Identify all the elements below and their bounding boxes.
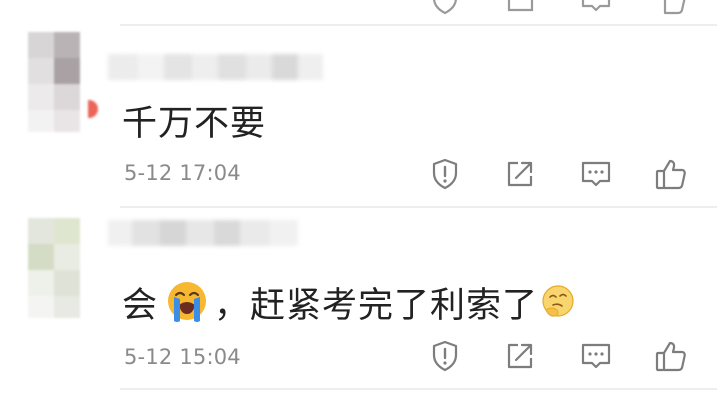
comment-divider bbox=[120, 388, 717, 390]
loudly-crying-face-emoji bbox=[164, 279, 210, 325]
reply-button[interactable] bbox=[579, 157, 613, 191]
share-button[interactable] bbox=[503, 157, 537, 191]
comment-timestamp-partial bbox=[124, 0, 131, 10]
comment-timestamp: 5-12 17:04 bbox=[124, 161, 241, 185]
user-badge bbox=[88, 100, 98, 118]
thumbs-up-icon bbox=[655, 341, 686, 372]
shield-exclamation-icon bbox=[433, 0, 457, 15]
avatar[interactable] bbox=[28, 32, 88, 132]
comment-text: 会 ，赶紧考完了利索了 bbox=[122, 278, 576, 326]
comment-bubble-icon bbox=[581, 343, 611, 369]
comment-text-segment: ，赶紧考完了利索了 bbox=[214, 285, 539, 326]
share-arrow-icon bbox=[507, 0, 534, 12]
shield-exclamation-icon bbox=[432, 340, 458, 372]
comment-text: 千万不要 bbox=[122, 96, 266, 144]
share-button[interactable] bbox=[503, 339, 537, 373]
comment-item-partial bbox=[0, 0, 717, 28]
like-button[interactable] bbox=[654, 339, 688, 373]
like-button[interactable] bbox=[654, 157, 688, 191]
thumbs-up-icon bbox=[655, 159, 686, 190]
report-button[interactable] bbox=[428, 339, 462, 373]
comment-bubble-icon bbox=[581, 161, 611, 187]
comment-item: 千万不要 5-12 17:04 bbox=[0, 26, 717, 208]
share-arrow-icon bbox=[507, 161, 533, 187]
shield-exclamation-icon bbox=[432, 158, 458, 190]
comment-divider bbox=[120, 206, 717, 208]
comment-bubble-icon bbox=[581, 0, 611, 12]
comment-text-segment: 千万不要 bbox=[122, 103, 267, 144]
username[interactable] bbox=[108, 220, 298, 250]
share-button[interactable] bbox=[503, 0, 537, 16]
username[interactable] bbox=[108, 54, 323, 84]
thinking-face-emoji bbox=[540, 284, 576, 320]
reply-button[interactable] bbox=[579, 0, 613, 16]
avatar[interactable] bbox=[28, 218, 88, 318]
comment-timestamp: 5-12 15:04 bbox=[124, 345, 241, 369]
like-button[interactable] bbox=[654, 0, 688, 16]
comment-text-segment: 会 bbox=[122, 285, 159, 326]
comment-item: 会 ，赶紧考完了利索了 5-12 15:04 bbox=[0, 212, 717, 402]
reply-button[interactable] bbox=[579, 339, 613, 373]
share-arrow-icon bbox=[507, 343, 533, 369]
report-button[interactable] bbox=[428, 157, 462, 191]
report-button[interactable] bbox=[428, 0, 462, 16]
thumbs-up-icon bbox=[663, 0, 686, 15]
